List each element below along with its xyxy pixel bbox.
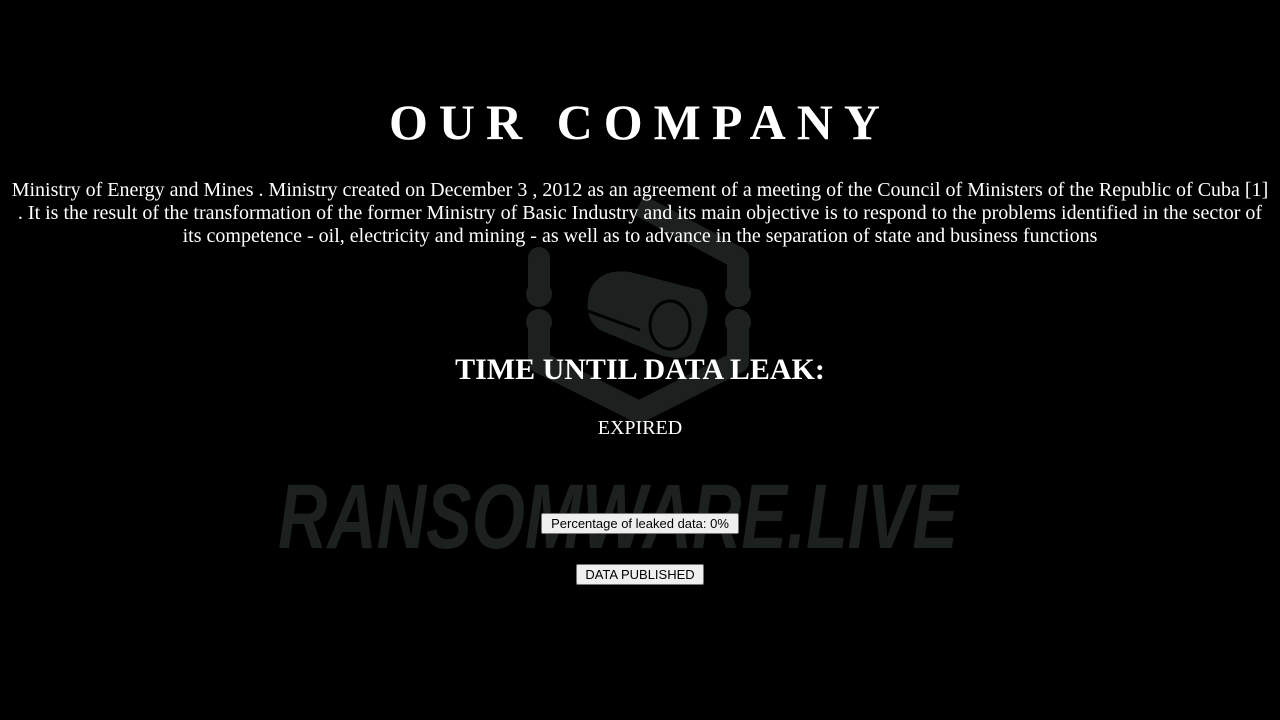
- data-published-button[interactable]: DATA PUBLISHED: [576, 564, 704, 585]
- leaked-percentage-button[interactable]: Percentage of leaked data: 0%: [541, 513, 739, 534]
- timer-status: EXPIRED: [597, 417, 683, 439]
- company-description: Ministry of Energy and Mines . Ministry …: [11, 179, 1269, 247]
- page-title: OUR COMPANY: [389, 94, 891, 150]
- timer-heading: TIME UNTIL DATA LEAK:: [455, 353, 825, 386]
